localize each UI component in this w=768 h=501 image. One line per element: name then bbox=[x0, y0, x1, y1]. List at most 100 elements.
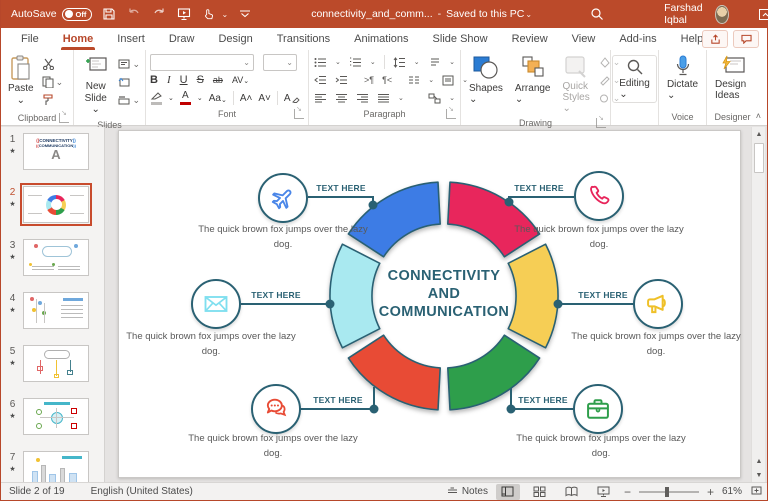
ribbon-display-options-icon[interactable] bbox=[751, 0, 768, 28]
fit-to-window-icon[interactable] bbox=[750, 485, 763, 499]
user-name[interactable]: Farshad Iqbal bbox=[664, 2, 708, 26]
zoom-out-icon[interactable]: − bbox=[624, 485, 631, 499]
numbering-icon[interactable] bbox=[349, 57, 362, 68]
tab-animations[interactable]: Animations bbox=[342, 28, 420, 50]
saved-status[interactable]: Saved to this PC bbox=[446, 8, 524, 20]
caption-text[interactable]: The quick brown fox jumps over the lazy … bbox=[571, 330, 741, 359]
normal-view-button[interactable] bbox=[495, 483, 520, 500]
scrollbar-thumb[interactable] bbox=[754, 143, 764, 173]
shrink-font-button[interactable]: A˅ bbox=[258, 93, 271, 104]
slide-thumbnail-2[interactable]: 2 ★ bbox=[5, 183, 104, 226]
paragraph-dialog-launcher[interactable] bbox=[446, 103, 456, 119]
next-slide-icon[interactable]: ▼ bbox=[752, 468, 766, 482]
text-here-label[interactable]: TEXT HERE bbox=[508, 183, 570, 193]
language-status[interactable]: English (United States) bbox=[91, 486, 193, 497]
zoom-slider-thumb[interactable] bbox=[664, 486, 669, 497]
new-slide-button[interactable]: New Slide ⌄ bbox=[76, 53, 115, 118]
touch-mouse-mode-icon[interactable] bbox=[201, 6, 217, 22]
font-dialog-launcher[interactable] bbox=[294, 103, 304, 119]
start-from-beginning-icon[interactable] bbox=[176, 6, 192, 22]
tab-home[interactable]: Home bbox=[51, 28, 106, 50]
slide-thumbnail-7[interactable]: 7 ★ bbox=[5, 451, 104, 482]
scroll-up-icon[interactable]: ▲ bbox=[752, 127, 766, 141]
slide-thumbnail-preview[interactable] bbox=[23, 239, 89, 276]
share-button[interactable] bbox=[702, 30, 728, 48]
caption-text[interactable]: The quick brown fox jumps over the lazy … bbox=[516, 432, 686, 461]
tab-design[interactable]: Design bbox=[206, 28, 264, 50]
previous-slide-icon[interactable]: ▲ bbox=[752, 454, 766, 468]
megaphone-icon[interactable] bbox=[633, 279, 683, 329]
caption-text[interactable]: The quick brown fox jumps over the lazy … bbox=[514, 223, 684, 252]
strikethrough-button[interactable]: S bbox=[197, 74, 204, 86]
line-spacing-icon[interactable] bbox=[393, 56, 406, 68]
text-here-label[interactable]: TEXT HERE bbox=[307, 395, 369, 405]
diagram-title[interactable]: CONNECTIVITY AND COMMUNICATION bbox=[344, 267, 544, 321]
notes-button[interactable]: Notes bbox=[447, 486, 488, 497]
editing-button[interactable]: Editing ⌄ bbox=[612, 55, 657, 103]
justify-icon[interactable] bbox=[377, 93, 390, 103]
tab-view[interactable]: View bbox=[560, 28, 608, 50]
zoom-in-icon[interactable]: + bbox=[707, 485, 714, 499]
slide-thumbnail-5[interactable]: 5 ★ bbox=[5, 345, 104, 382]
convert-smartart-icon[interactable] bbox=[428, 93, 441, 104]
tab-add-ins[interactable]: Add-ins bbox=[607, 28, 668, 50]
shapes-button[interactable]: Shapes ⌄ bbox=[463, 53, 509, 107]
design-ideas-button[interactable]: Design Ideas bbox=[709, 53, 756, 103]
tab-review[interactable]: Review bbox=[500, 28, 560, 50]
slide-canvas[interactable]: CONNECTIVITY AND COMMUNICATION TEXT HERE… bbox=[118, 130, 741, 478]
tab-slide-show[interactable]: Slide Show bbox=[421, 28, 500, 50]
text-here-label[interactable]: TEXT HERE bbox=[572, 290, 634, 300]
text-here-label[interactable]: TEXT HERE bbox=[245, 290, 307, 300]
underline-button[interactable]: U bbox=[180, 74, 188, 86]
cut-icon[interactable] bbox=[42, 57, 64, 71]
ltr-direction-icon[interactable]: >¶ bbox=[364, 75, 374, 85]
avatar[interactable] bbox=[714, 4, 729, 24]
arrange-button[interactable]: Arrange ⌄ bbox=[509, 53, 557, 107]
grow-font-button[interactable]: A˄ bbox=[240, 93, 253, 104]
slide-thumbnail-6[interactable]: 6 ★ bbox=[5, 398, 104, 435]
slide-thumbnail-preview[interactable] bbox=[23, 345, 89, 382]
increase-indent-icon[interactable] bbox=[335, 75, 348, 85]
italic-button[interactable]: I bbox=[167, 74, 171, 86]
text-direction-icon[interactable] bbox=[429, 57, 441, 68]
search-icon[interactable] bbox=[590, 6, 604, 22]
comments-button[interactable] bbox=[733, 30, 759, 48]
customize-qat-icon[interactable] bbox=[237, 6, 253, 22]
redo-icon[interactable] bbox=[151, 6, 167, 22]
autosave-switch[interactable]: Off bbox=[61, 7, 92, 21]
briefcase-icon[interactable] bbox=[573, 384, 623, 434]
font-name-select[interactable]: ⌄ bbox=[150, 53, 254, 71]
decrease-indent-icon[interactable] bbox=[314, 75, 327, 85]
tab-transitions[interactable]: Transitions bbox=[265, 28, 342, 50]
zoom-slider[interactable] bbox=[638, 486, 699, 497]
zoom-level[interactable]: 61% bbox=[722, 486, 742, 497]
columns-icon[interactable] bbox=[408, 75, 420, 85]
tab-draw[interactable]: Draw bbox=[157, 28, 207, 50]
text-shadow-button[interactable]: ab bbox=[213, 75, 223, 85]
align-center-icon[interactable] bbox=[335, 93, 348, 103]
dictate-button[interactable]: Dictate ⌄ bbox=[661, 53, 704, 103]
slide-thumbnail-preview[interactable] bbox=[20, 183, 92, 226]
paste-button[interactable]: Paste ⌄ bbox=[3, 53, 39, 108]
phone-icon[interactable] bbox=[574, 171, 624, 221]
airplane-icon[interactable] bbox=[258, 173, 308, 223]
text-here-label[interactable]: TEXT HERE bbox=[310, 183, 372, 193]
slide-thumbnail-4[interactable]: 4 ★ bbox=[5, 292, 104, 329]
slide-thumbnail-preview[interactable] bbox=[23, 292, 89, 329]
rtl-direction-icon[interactable]: ¶< bbox=[382, 75, 392, 85]
chat-icon[interactable] bbox=[251, 384, 301, 434]
slide-thumbnail-1[interactable]: 1 ★ ((CONNECTIVITY)) ((COMMUNICATION)) A bbox=[5, 133, 104, 170]
slide-thumbnail-preview[interactable] bbox=[23, 398, 89, 435]
text-here-label[interactable]: TEXT HERE bbox=[512, 395, 574, 405]
section-icon[interactable]: ⌄ bbox=[118, 93, 140, 107]
align-left-icon[interactable] bbox=[314, 93, 327, 103]
character-spacing-button[interactable]: AV ⌄ bbox=[232, 75, 249, 85]
vertical-scrollbar[interactable]: ▲ ▲ ▼ bbox=[751, 127, 765, 482]
save-icon[interactable] bbox=[101, 6, 117, 22]
envelope-icon[interactable] bbox=[191, 279, 241, 329]
tab-file[interactable]: File bbox=[9, 28, 51, 50]
slide-indicator[interactable]: Slide 2 of 19 bbox=[9, 486, 65, 497]
autosave-toggle[interactable]: AutoSave Off bbox=[11, 7, 92, 21]
reset-slide-icon[interactable] bbox=[118, 75, 140, 89]
reading-view-button[interactable] bbox=[560, 484, 584, 500]
